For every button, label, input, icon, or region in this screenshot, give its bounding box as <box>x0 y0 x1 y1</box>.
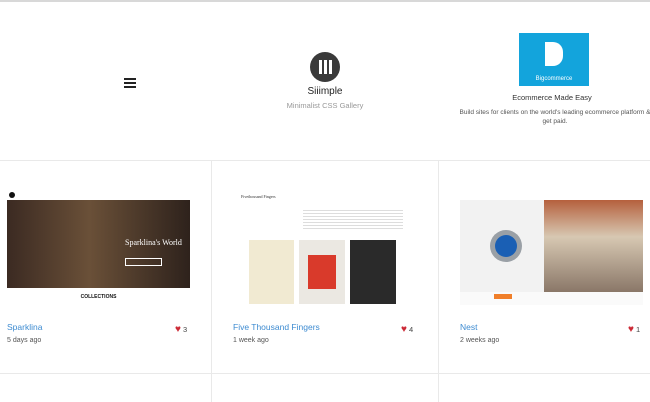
sponsor-ad[interactable]: Bigcommerce Ecommerce Made Easy Build si… <box>455 33 650 126</box>
thumb-footer <box>460 292 643 305</box>
thumb-product <box>460 200 544 292</box>
ad-image-text: Bigcommerce <box>535 76 573 82</box>
divider <box>0 373 650 374</box>
like-number: 1 <box>636 325 641 334</box>
hero-image: Sparklina's World <box>7 200 190 288</box>
thumb-image <box>299 240 345 304</box>
gallery-card[interactable]: Fivethousand Fingers Five Thousand Finge… <box>233 190 416 344</box>
card-thumbnail[interactable]: Fivethousand Fingers <box>233 190 416 305</box>
card-thumbnail[interactable] <box>460 190 643 305</box>
bigcommerce-ad-image[interactable]: Bigcommerce <box>519 33 589 86</box>
thumb-collections: COLLECTIONS <box>80 294 117 300</box>
card-title[interactable]: Five Thousand Fingers <box>233 322 320 332</box>
thumb-paragraph <box>303 210 403 230</box>
thumb-head: Fivethousand Fingers <box>241 194 276 199</box>
card-date: 1 week ago <box>233 337 269 344</box>
thermostat-icon <box>490 230 522 262</box>
thumb-image <box>350 240 396 304</box>
column-divider <box>211 160 212 402</box>
top-border <box>0 0 650 2</box>
thumb-title: Sparklina's World <box>125 238 182 247</box>
brand-name: Siiimple <box>307 86 343 97</box>
column-divider <box>438 160 439 402</box>
ad-description: Build sites for clients on the world's l… <box>459 109 650 126</box>
ad-title[interactable]: Ecommerce Made Easy <box>449 93 650 102</box>
thumb-image <box>249 240 294 304</box>
siiimple-logo-icon <box>310 52 340 82</box>
card-title[interactable]: Sparklina <box>7 322 42 332</box>
divider <box>0 160 650 161</box>
card-date: 5 days ago <box>7 337 42 344</box>
hamburger-menu-icon[interactable] <box>124 78 136 89</box>
heart-icon[interactable]: ♥ <box>401 324 407 335</box>
thumb-button <box>125 258 162 266</box>
like-number: 3 <box>183 325 188 334</box>
heart-icon[interactable]: ♥ <box>175 324 181 335</box>
like-count[interactable]: ♥ 4 <box>401 324 413 335</box>
site-logo-icon <box>9 192 15 198</box>
card-title[interactable]: Nest <box>460 322 477 332</box>
gallery-card[interactable]: Sparklina's World COLLECTIONS Sparklina … <box>7 190 190 344</box>
card-thumbnail[interactable]: Sparklina's World COLLECTIONS <box>7 190 190 305</box>
thumb-room-image <box>544 200 643 292</box>
like-count[interactable]: ♥ 3 <box>175 324 187 335</box>
site-brand[interactable]: Siiimple Minimalist CSS Gallery <box>270 52 380 110</box>
heart-icon[interactable]: ♥ <box>628 324 634 335</box>
gallery-card[interactable]: Nest 2 weeks ago ♥ 1 <box>460 190 643 344</box>
card-date: 2 weeks ago <box>460 337 500 344</box>
like-count[interactable]: ♥ 1 <box>628 324 640 335</box>
thumb-button <box>494 294 512 299</box>
like-number: 4 <box>409 325 414 334</box>
bigcommerce-b-icon <box>545 42 563 66</box>
brand-tagline: Minimalist CSS Gallery <box>286 101 364 110</box>
